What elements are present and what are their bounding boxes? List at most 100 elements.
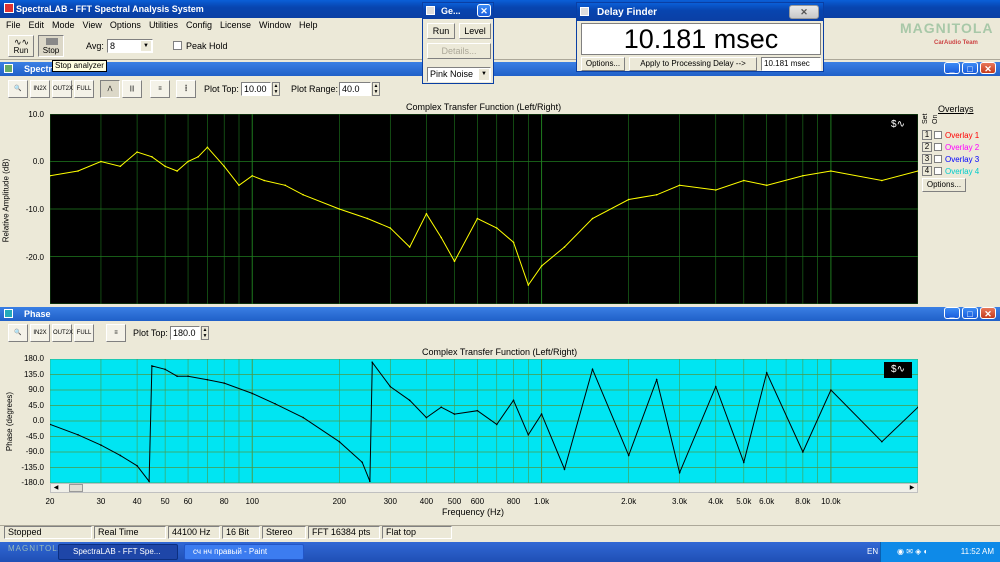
scroll-right-arrow-icon[interactable]: ▶: [907, 484, 917, 492]
generator-run-button[interactable]: Run: [427, 23, 455, 39]
overlay-options-button[interactable]: Options...: [922, 178, 966, 192]
noise-type-select[interactable]: Pink Noise ▼: [427, 67, 491, 82]
phase-plot[interactable]: [50, 359, 918, 483]
menu-window[interactable]: Window: [259, 18, 291, 32]
overlay-set-2-button[interactable]: 2: [922, 142, 932, 152]
delay-options-button[interactable]: Options...: [581, 57, 625, 71]
plot-range-spinner[interactable]: ▲ ▼: [372, 82, 380, 96]
data-point: [425, 212, 428, 215]
phase-minimize-button[interactable]: _: [944, 307, 960, 319]
menu-license[interactable]: License: [220, 18, 251, 32]
menu-options[interactable]: Options: [110, 18, 141, 32]
data-point: [802, 451, 804, 453]
data-point: [302, 416, 304, 419]
plot-range-label: Plot Range:: [291, 84, 339, 94]
delay-options-label: Options...: [585, 59, 621, 68]
apply-delay-label: Apply to Processing Delay -->: [640, 59, 746, 68]
data-point: [100, 160, 102, 163]
avg-select[interactable]: 8 ▼: [107, 39, 153, 53]
plot-range-input[interactable]: 40.0: [339, 82, 371, 96]
overlays-on-header: On: [932, 114, 939, 124]
generator-run-label: Run: [432, 26, 450, 36]
generator-level-button[interactable]: Level: [459, 23, 491, 39]
zoom-in-2x-button[interactable]: IN2X: [30, 80, 50, 98]
phase-xtick: 8.0k: [795, 497, 811, 506]
phase-ytick: 0.0: [32, 416, 44, 425]
taskbar-spectralab-item[interactable]: SpectraLAB - FFT Spe...: [58, 544, 178, 560]
phase-zoom-out-full-button[interactable]: FULL: [74, 324, 94, 342]
tray-icons[interactable]: ◉ ✉ ◈ ◐: [897, 547, 928, 556]
peak-hold-checkbox[interactable]: [173, 41, 182, 50]
generator-details-button[interactable]: Details...: [427, 43, 491, 59]
plot-top-spinner[interactable]: ▲ ▼: [272, 82, 280, 96]
phase-plot-top-input[interactable]: 180.0: [170, 326, 200, 340]
overlay-row-1: 1 Overlay 1: [922, 130, 979, 140]
data-point: [371, 361, 374, 364]
delay-result-value: 10.181 msec: [764, 59, 810, 68]
bar-view-button[interactable]: |||: [122, 80, 142, 98]
line-view-button[interactable]: ⋀: [100, 80, 120, 98]
menu-file[interactable]: File: [6, 18, 21, 32]
spectrum-plot[interactable]: [50, 114, 918, 304]
phase-horizontal-scrollbar[interactable]: ◀ ▶: [50, 483, 918, 493]
spectrum-close-button[interactable]: ✕: [980, 62, 996, 74]
delay-finder-close-button[interactable]: ✕: [789, 5, 819, 19]
zoom-tool-icon[interactable]: 🔍: [8, 80, 28, 98]
spectrum-maximize-button[interactable]: □: [962, 62, 978, 74]
menu-config[interactable]: Config: [186, 18, 212, 32]
apply-delay-button[interactable]: Apply to Processing Delay -->: [629, 57, 757, 71]
taskbar-paint-item[interactable]: сч нч правый - Paint: [184, 544, 304, 560]
data-point: [765, 184, 768, 187]
spectrum-minimize-button[interactable]: _: [944, 62, 960, 74]
phase-zoom-tool-icon[interactable]: 🔍: [8, 324, 28, 342]
menu-edit[interactable]: Edit: [29, 18, 45, 32]
phase-maximize-button[interactable]: □: [962, 307, 978, 319]
overlay-set-4-button[interactable]: 4: [922, 166, 932, 176]
phase-close-button[interactable]: ✕: [980, 307, 996, 319]
phase-xtick: 20: [45, 497, 55, 506]
menu-utilities[interactable]: Utilities: [149, 18, 178, 32]
phase-table-view-button[interactable]: ≡: [106, 324, 126, 342]
logo-text: MAGNITOLA: [900, 20, 994, 36]
clock: 11:52 AM: [960, 547, 994, 556]
overlay-on-2-checkbox[interactable]: [934, 143, 942, 151]
scroll-left-arrow-icon[interactable]: ◀: [51, 484, 61, 492]
phase-overlay-toggle-icon[interactable]: $∿: [884, 362, 912, 378]
app-title: SpectraLAB - FFT Spectral Analysis Syste…: [16, 4, 204, 14]
status-bit-depth: 16 Bit: [222, 526, 260, 539]
taskbar-item1-label: SpectraLAB - FFT Spe...: [73, 547, 161, 556]
plot-top-input[interactable]: 10.00: [241, 82, 271, 96]
data-point: [389, 227, 392, 229]
overlay-on-1-checkbox[interactable]: [934, 131, 942, 139]
phase-plot-top-value: 180.0: [173, 328, 196, 338]
data-point: [830, 170, 832, 172]
overlay-set-1-button[interactable]: 1: [922, 130, 932, 140]
overlay-set-3-button[interactable]: 3: [922, 154, 932, 164]
table-view-button[interactable]: ≡: [150, 80, 170, 98]
data-point: [223, 382, 225, 384]
zoom-out-2x-button[interactable]: OUT2X: [52, 80, 73, 98]
menu-view[interactable]: View: [83, 18, 102, 32]
scale-button[interactable]: ┇: [176, 80, 196, 98]
zoom-out-full-button[interactable]: FULL: [74, 80, 94, 98]
stop-button[interactable]: Stop: [38, 35, 64, 57]
scroll-thumb[interactable]: [69, 484, 83, 492]
phase-xtick: 400: [419, 497, 434, 506]
generator-close-button[interactable]: ✕: [477, 4, 491, 17]
phase-xtick: 10.0k: [821, 497, 841, 506]
phase-zoom-out-2x-button[interactable]: OUT2X: [52, 324, 73, 342]
data-point: [655, 378, 658, 381]
phase-xtick: 2.0k: [621, 497, 637, 506]
overlay-on-3-checkbox[interactable]: [934, 155, 942, 163]
plot-top-value: 10.00: [244, 84, 267, 94]
data-point: [830, 389, 832, 391]
phase-zoom-in-2x-button[interactable]: IN2X: [30, 324, 50, 342]
menu-mode[interactable]: Mode: [52, 18, 75, 32]
language-indicator[interactable]: EN: [867, 547, 878, 556]
spectrum-overlay-toggle-icon[interactable]: $∿: [884, 117, 912, 133]
overlay-on-4-checkbox[interactable]: [934, 167, 942, 175]
run-button[interactable]: ∿∿ Run: [8, 35, 34, 57]
data-point: [678, 471, 681, 474]
phase-plot-top-spinner[interactable]: ▲ ▼: [201, 326, 209, 340]
menu-help[interactable]: Help: [299, 18, 318, 32]
